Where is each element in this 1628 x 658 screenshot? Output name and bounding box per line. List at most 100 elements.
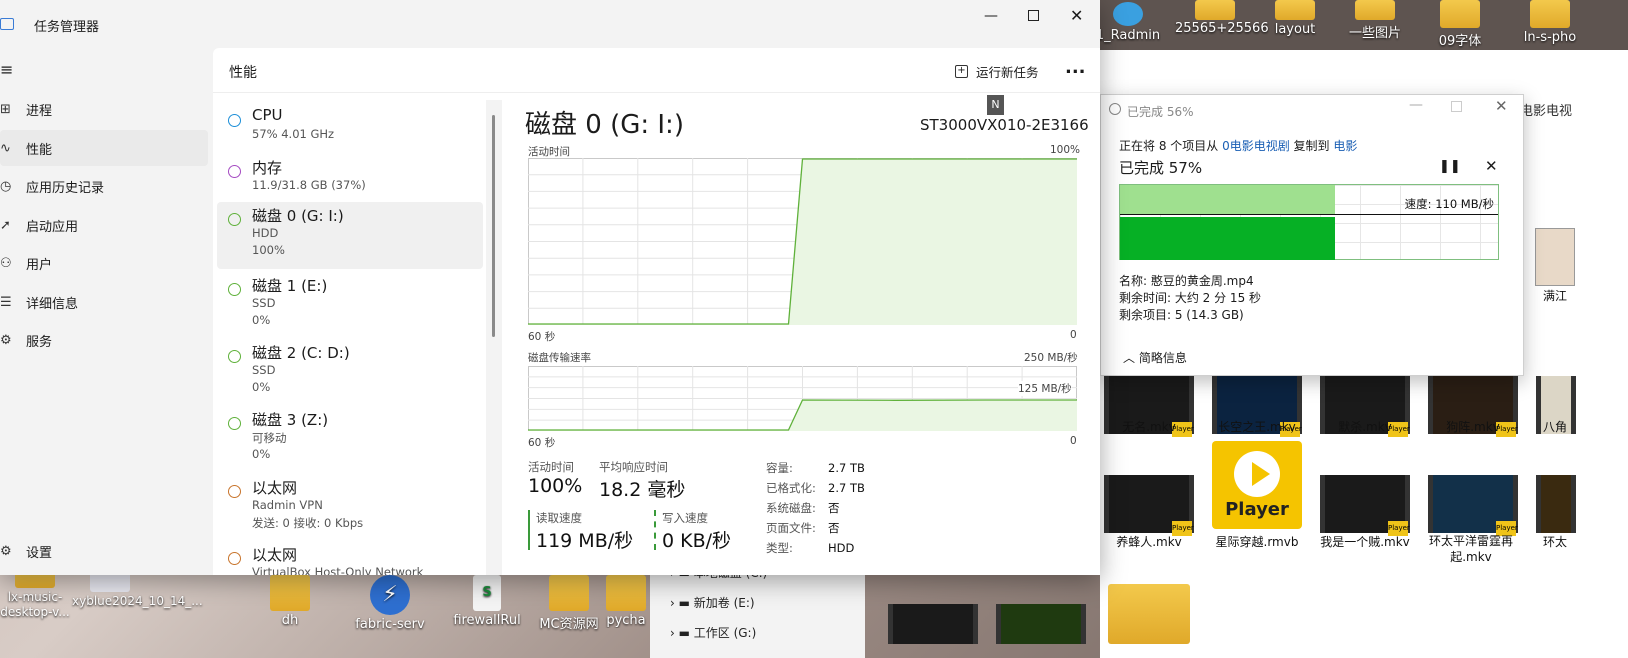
video-thumbnail[interactable] <box>996 604 1086 644</box>
maximize-button[interactable] <box>1028 10 1039 21</box>
video-thumbnail[interactable] <box>888 604 978 644</box>
device-ethernet-radmin[interactable]: 以太网 Radmin VPN 发送: 0 接收: 0 Kbps <box>217 477 483 539</box>
file-name[interactable]: 环太平洋雷霆再起.mkv <box>1418 533 1524 565</box>
nav-users[interactable]: ⚇ 用户 <box>0 245 208 281</box>
details-icon: ☰ <box>0 294 12 310</box>
settings-gear-icon: ⚙ <box>0 543 12 559</box>
device-cpu[interactable]: CPU 57% 4.01 GHz <box>217 106 483 152</box>
copy-progress-dialog: 已完成 56% — ✕ 正在将 8 个项目从 0电影电视剧 复制到 电影 已完成… <box>1100 94 1524 376</box>
desktop-icon-ln[interactable]: ln-s-pho <box>1500 0 1600 45</box>
run-task-icon: + <box>955 65 968 78</box>
explorer-tab[interactable]: 电影电视 <box>1520 100 1572 119</box>
player-file-icon[interactable]: Player <box>1212 441 1302 529</box>
desktop-icon-fonts[interactable]: 09字体 <box>1410 0 1510 49</box>
video-thumbnail[interactable]: Player <box>1104 475 1194 536</box>
video-thumbnail[interactable] <box>1535 228 1575 286</box>
folder-icon <box>1440 0 1480 28</box>
video-thumbnail[interactable] <box>1536 475 1576 533</box>
device-memory[interactable]: 内存 11.9/31.8 GB (37%) <box>217 157 483 203</box>
file-name[interactable]: 环太 <box>1525 533 1585 550</box>
file-name[interactable]: 养蜂人.mkv <box>1094 533 1204 550</box>
close-button[interactable]: ✕ <box>1070 6 1083 25</box>
source-link[interactable]: 0电影电视剧 <box>1222 139 1290 153</box>
folder-icon <box>1275 0 1315 20</box>
device-list-scrollbar[interactable] <box>486 100 502 575</box>
hamburger-menu-icon[interactable]: ≡ <box>0 60 13 79</box>
destination-link[interactable]: 电影 <box>1333 139 1357 153</box>
divider <box>213 92 1100 93</box>
file-name[interactable]: 默杀.mkv <box>1310 418 1420 435</box>
desktop-icon-lx-music[interactable]: lx-music-desktop-v... <box>0 572 80 620</box>
prop-row: 容量: 2.7 TB <box>766 461 865 475</box>
desktop-icon-xyblue[interactable]: xyblue2024_10_14_... <box>72 572 203 609</box>
tree-item[interactable]: › ▬ 工作区 (G:) <box>670 624 756 641</box>
maximize-button[interactable] <box>1451 101 1462 112</box>
file-name[interactable]: 我是一个贼.mkv <box>1310 533 1420 550</box>
desktop-icon-fabric[interactable]: ⚡ fabric-serv <box>345 575 435 632</box>
disk-indicator-icon <box>228 213 241 226</box>
nav-settings[interactable]: ⚙ 设置 <box>0 533 208 569</box>
chart1-label: 活动时间 <box>528 146 570 158</box>
folder-icon <box>1195 0 1235 20</box>
performance-icon: ∿ <box>0 140 11 156</box>
prop-row: 已格式化: 2.7 TB <box>766 481 865 495</box>
pause-button[interactable]: ❚❚ <box>1439 159 1461 174</box>
run-new-task-button[interactable]: + 运行新任务 <box>955 62 1039 81</box>
folder-icon <box>1355 0 1395 20</box>
speed-line <box>1120 214 1498 215</box>
close-button[interactable]: ✕ <box>1495 97 1508 115</box>
folder-icon <box>606 575 646 611</box>
nav-performance[interactable]: ∿ 性能 <box>0 130 208 166</box>
desktop-icon-dh[interactable]: dh <box>250 575 330 628</box>
nav-services[interactable]: ⚙ 服务 <box>0 322 208 358</box>
file-name[interactable]: 八角 <box>1525 418 1585 435</box>
file-name[interactable]: 长空之王.mkv <box>1202 418 1312 435</box>
device-disk-3[interactable]: 磁盘 3 (Z:) 可移动 0% <box>217 409 483 471</box>
chart1-time-left: 60 秒 <box>528 331 556 343</box>
stat-active-time: 活动时间 100% <box>528 460 583 497</box>
tree-item[interactable]: › ▬ 新加卷 (E:) <box>670 594 755 611</box>
desktop-icon-firewall[interactable]: SfirewallRul <box>442 575 532 628</box>
file-name[interactable]: 狗阵.mkv <box>1418 418 1528 435</box>
play-icon <box>1252 462 1270 486</box>
cancel-copy-button[interactable]: ✕ <box>1485 157 1498 175</box>
tooltip-badge: N <box>987 95 1004 115</box>
chart2-time-right: 0 <box>1070 435 1077 447</box>
video-thumbnail[interactable]: Player <box>1428 475 1518 536</box>
desktop-icon-pycharm[interactable]: pycha <box>602 575 650 628</box>
prop-row: 类型: HDD <box>766 541 855 555</box>
remaining-items-text: 剩余项目: 5 (14.3 GB) <box>1119 308 1244 322</box>
device-disk-2[interactable]: 磁盘 2 (C: D:) SSD 0% <box>217 342 483 404</box>
scrollbar-thumb[interactable] <box>492 115 495 337</box>
chart2-max: 250 MB/秒 <box>1024 352 1078 364</box>
device-list: CPU 57% 4.01 GHz 内存 11.9/31.8 GB (37%) 磁盘 … <box>213 98 503 575</box>
desktop-icon-mc[interactable]: MC资源网 <box>524 575 614 632</box>
video-thumbnail[interactable]: Player <box>1320 475 1410 536</box>
file-name[interactable]: 满江 <box>1525 287 1585 304</box>
nav-details[interactable]: ☰ 详细信息 <box>0 284 208 320</box>
more-options-button[interactable]: ... <box>1065 57 1086 78</box>
services-icon: ⚙ <box>0 332 12 348</box>
prop-row: 系统磁盘: 否 <box>766 501 840 515</box>
nav-processes[interactable]: ⊞ 进程 <box>0 91 208 127</box>
nav-startup[interactable]: ➚ 启动应用 <box>0 207 208 243</box>
prop-row: 页面文件: 否 <box>766 521 840 535</box>
file-name[interactable]: 星际穿越.rmvb <box>1202 533 1312 550</box>
processes-icon: ⊞ <box>0 101 11 117</box>
minimize-button[interactable]: — <box>984 8 998 24</box>
nav-app-history[interactable]: ◷ 应用历史记录 <box>0 168 208 204</box>
fewer-details-button[interactable]: ︿ 简略信息 <box>1123 349 1187 366</box>
device-ethernet-virtualbox[interactable]: 以太网 VirtualBox Host-Only Network <box>217 544 483 575</box>
progress-text: 已完成 57% <box>1119 159 1203 177</box>
chevron-up-icon: ︿ <box>1123 351 1136 365</box>
file-icon <box>90 572 130 592</box>
disk-properties: 容量: 2.7 TB 已格式化: 2.7 TB 系统磁盘: 否 页面文件: 否 类型: H… <box>766 460 865 560</box>
folder-icon[interactable] <box>1108 584 1190 644</box>
device-disk-0[interactable]: 磁盘 0 (G: I:) HDD 100% <box>217 202 483 269</box>
app-history-icon: ◷ <box>0 178 12 194</box>
stat-write-speed: 写入速度 0 KB/秒 <box>654 510 731 552</box>
device-disk-1[interactable]: 磁盘 1 (E:) SSD 0% <box>217 275 483 337</box>
transfer-rate-chart <box>528 366 1077 431</box>
minimize-button[interactable]: — <box>1409 97 1423 113</box>
file-name[interactable]: 无名.mkv <box>1094 418 1204 435</box>
